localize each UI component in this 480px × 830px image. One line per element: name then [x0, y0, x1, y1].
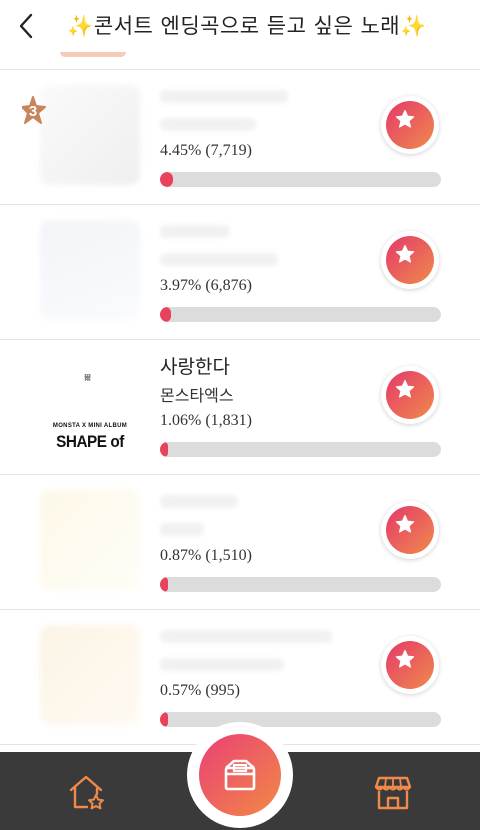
song-title-blurred — [160, 90, 288, 103]
tab-home[interactable] — [67, 772, 107, 812]
vote-stat: 1.06% (1,831) — [160, 412, 252, 429]
vote-button[interactable] — [381, 96, 439, 154]
vote-progress-fill — [160, 712, 168, 727]
vote-progress-bar — [160, 442, 441, 457]
album-cover-art: 爾 MONSTA X MINI ALBUM SHAPE of LOVE — [40, 355, 140, 455]
album-cover — [40, 490, 140, 590]
ranking-row[interactable]: 爾 MONSTA X MINI ALBUM SHAPE of LOVE 사랑한다… — [0, 340, 480, 475]
vote-button[interactable] — [381, 366, 439, 424]
vote-progress-fill — [160, 307, 172, 322]
song-title-blurred — [160, 630, 332, 643]
ranking-row[interactable]: 3.97% (6,876) — [0, 205, 480, 340]
tab-store[interactable] — [373, 772, 413, 812]
vote-button[interactable] — [381, 636, 439, 694]
previous-row-peek — [0, 52, 480, 70]
vote-stat: 3.97% (6,876) — [160, 277, 252, 294]
back-button[interactable] — [14, 10, 38, 42]
chevron-left-icon — [19, 13, 33, 39]
album-cover: 爾 MONSTA X MINI ALBUM SHAPE of LOVE — [40, 355, 140, 455]
vote-progress-bar — [160, 307, 441, 322]
ballot-box-icon — [224, 759, 256, 791]
song-title: 사랑한다 — [160, 356, 230, 378]
album-cover — [40, 220, 140, 320]
ranking-list[interactable]: 3 4.45% (7,719) 3.97% (6,876) 爾 MONSTA X… — [0, 52, 480, 752]
artist-name: 몬스타엑스 — [160, 386, 234, 405]
store-icon — [374, 776, 412, 810]
star-icon — [395, 244, 415, 263]
star-icon — [395, 514, 415, 533]
vote-button[interactable] — [381, 501, 439, 559]
album-mark: 爾 — [84, 374, 91, 382]
vote-progress-fill — [160, 577, 168, 592]
vote-stat: 0.87% (1,510) — [160, 547, 252, 564]
artist-name-blurred — [160, 253, 278, 266]
star-icon — [395, 379, 415, 398]
vote-progress-bar — [160, 577, 441, 592]
vote-stat: 4.45% (7,719) — [160, 142, 252, 159]
vote-progress-bar — [160, 712, 441, 727]
song-title-blurred — [160, 225, 230, 238]
vote-stat: 0.57% (995) — [160, 682, 240, 699]
album-cover — [40, 625, 140, 725]
star-icon — [395, 649, 415, 668]
vote-progress-fill — [160, 172, 173, 187]
artist-name-blurred — [160, 658, 284, 671]
star-icon — [395, 109, 415, 128]
vote-center-button[interactable] — [199, 734, 281, 816]
album-cover — [40, 85, 140, 185]
ranking-row[interactable]: 0.87% (1,510) — [0, 475, 480, 610]
header: ✨콘서트 엔딩곡으로 듣고 싶은 노래✨ — [0, 0, 480, 52]
vote-progress-bar — [160, 172, 441, 187]
rank-number: 3 — [28, 103, 38, 120]
home-star-icon — [69, 775, 104, 810]
album-title: SHAPE of LOVE — [56, 432, 124, 455]
vote-button[interactable] — [381, 231, 439, 289]
song-title-blurred — [160, 495, 238, 508]
album-subtitle: MONSTA X MINI ALBUM — [52, 423, 128, 429]
previous-row-edge — [60, 52, 126, 57]
artist-name-blurred — [160, 118, 256, 131]
vote-progress-fill — [160, 442, 168, 457]
ranking-row[interactable]: 3 4.45% (7,719) — [0, 70, 480, 205]
artist-name-blurred — [160, 523, 204, 536]
page-title: ✨콘서트 엔딩곡으로 듣고 싶은 노래✨ — [67, 14, 427, 38]
rank-badge: 3 — [22, 96, 54, 128]
